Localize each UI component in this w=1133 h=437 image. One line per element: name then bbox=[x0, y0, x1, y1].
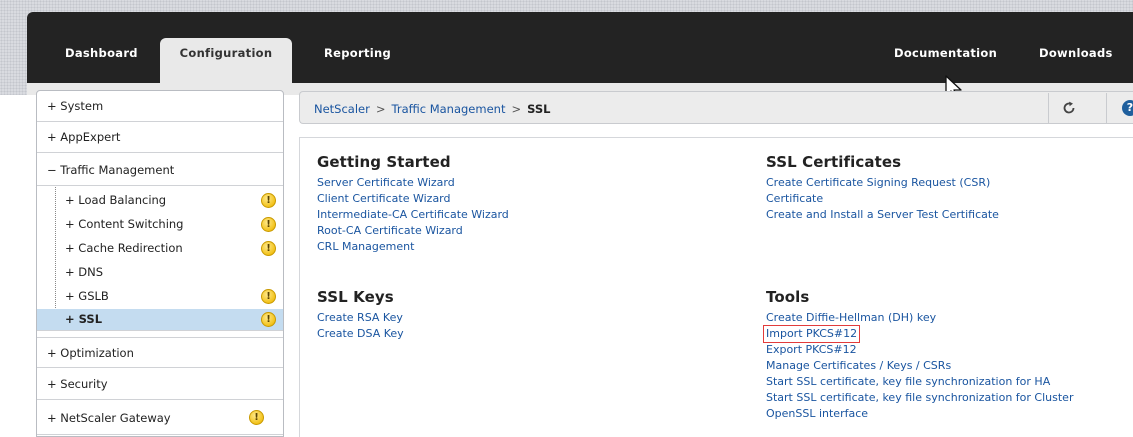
sidebar-item-ssl[interactable]: + SSL ! bbox=[37, 309, 283, 331]
sidebar-item-dns[interactable]: + DNS bbox=[37, 261, 283, 284]
link-create-rsa-key[interactable]: Create RSA Key bbox=[317, 310, 404, 326]
link-create-dsa-key[interactable]: Create DSA Key bbox=[317, 326, 404, 342]
section-ssl-certificates: SSL Certificates Create Certificate Sign… bbox=[766, 153, 999, 223]
sidebar-item-label: + Cache Redirection bbox=[65, 241, 183, 255]
section-title: SSL Certificates bbox=[766, 153, 902, 171]
warning-icon: ! bbox=[261, 217, 276, 232]
sidebar-item-label: + Optimization bbox=[47, 346, 134, 360]
link-client-certificate-wizard[interactable]: Client Certificate Wizard bbox=[317, 191, 509, 207]
sidebar-item-label: − Traffic Management bbox=[47, 163, 175, 177]
section-title: Getting Started bbox=[317, 153, 451, 171]
link-create-install-server-test-certificate[interactable]: Create and Install a Server Test Certifi… bbox=[766, 207, 999, 223]
content-panel: Getting Started Server Certificate Wizar… bbox=[299, 137, 1133, 437]
link-server-certificate-wizard[interactable]: Server Certificate Wizard bbox=[317, 175, 509, 191]
breadcrumb: NetScaler > Traffic Management > SSL ? bbox=[299, 91, 1133, 124]
sidebar-item-label: + AppExpert bbox=[47, 130, 121, 144]
section-ssl-keys: SSL Keys Create RSA Key Create DSA Key bbox=[317, 288, 404, 342]
link-create-csr[interactable]: Create Certificate Signing Request (CSR) bbox=[766, 175, 999, 191]
breadcrumb-separator: > bbox=[375, 102, 386, 116]
section-title: SSL Keys bbox=[317, 288, 394, 306]
link-manage-certificates-keys-csrs[interactable]: Manage Certificates / Keys / CSRs bbox=[766, 358, 1073, 374]
sidebar-item-gslb[interactable]: + GSLB ! bbox=[37, 285, 283, 308]
sidebar-item-label: + Content Switching bbox=[65, 217, 184, 231]
sidebar-item-label: + GSLB bbox=[65, 289, 109, 303]
link-export-pkcs12[interactable]: Export PKCS#12 bbox=[766, 342, 1073, 358]
sidebar-item-cache-redirection[interactable]: + Cache Redirection ! bbox=[37, 237, 283, 260]
breadcrumb-link-netscaler[interactable]: NetScaler bbox=[314, 102, 370, 116]
refresh-icon[interactable] bbox=[1062, 101, 1076, 115]
top-navigation-bar: Dashboard Configuration Reporting Docume… bbox=[27, 12, 1133, 95]
link-crl-management[interactable]: CRL Management bbox=[317, 239, 509, 255]
breadcrumb-separator: > bbox=[511, 102, 522, 116]
warning-icon: ! bbox=[261, 193, 276, 208]
sidebar-item-content-switching[interactable]: + Content Switching ! bbox=[37, 213, 283, 236]
section-title: Tools bbox=[766, 288, 810, 306]
sidebar-item-netscaler-gateway[interactable]: + NetScaler Gateway ! bbox=[37, 401, 283, 435]
sidebar-item-label: + System bbox=[47, 99, 104, 113]
warning-icon: ! bbox=[261, 312, 276, 327]
breadcrumb-divider bbox=[1106, 93, 1107, 123]
sidebar-item-label: + Security bbox=[47, 377, 108, 391]
help-icon[interactable]: ? bbox=[1122, 100, 1133, 116]
warning-icon: ! bbox=[249, 410, 264, 425]
sidebar-item-label: + SSL bbox=[65, 312, 103, 326]
sidebar-item-label: + DNS bbox=[65, 265, 104, 279]
link-root-ca-certificate-wizard[interactable]: Root-CA Certificate Wizard bbox=[317, 223, 509, 239]
link-certificate[interactable]: Certificate bbox=[766, 191, 999, 207]
link-ssl-sync-cluster[interactable]: Start SSL certificate, key file synchron… bbox=[766, 390, 1073, 406]
sidebar-item-security[interactable]: + Security bbox=[37, 369, 283, 400]
breadcrumb-divider bbox=[1048, 93, 1049, 123]
breadcrumb-link-traffic-management[interactable]: Traffic Management bbox=[392, 102, 506, 116]
sidebar-item-system[interactable]: + System bbox=[37, 91, 283, 122]
section-tools: Tools Create Diffie-Hellman (DH) key Imp… bbox=[762, 288, 1073, 422]
link-import-pkcs12[interactable]: Import PKCS#12 bbox=[762, 325, 861, 343]
link-openssl-interface[interactable]: OpenSSL interface bbox=[766, 406, 1073, 422]
link-intermediate-ca-certificate-wizard[interactable]: Intermediate-CA Certificate Wizard bbox=[317, 207, 509, 223]
sidebar-item-label: + NetScaler Gateway bbox=[47, 411, 171, 425]
link-ssl-sync-ha[interactable]: Start SSL certificate, key file synchron… bbox=[766, 374, 1073, 390]
breadcrumb-path: NetScaler > Traffic Management > SSL bbox=[314, 102, 551, 116]
sidebar-item-appexpert[interactable]: + AppExpert bbox=[37, 122, 283, 153]
warning-icon: ! bbox=[261, 289, 276, 304]
section-getting-started: Getting Started Server Certificate Wizar… bbox=[317, 153, 509, 255]
sidebar-item-optimization[interactable]: + Optimization bbox=[37, 337, 283, 368]
sidebar-item-traffic-management[interactable]: − Traffic Management bbox=[37, 153, 283, 186]
link-create-dh-key[interactable]: Create Diffie-Hellman (DH) key bbox=[766, 310, 1073, 326]
sidebar-navigation: + System + AppExpert − Traffic Managemen… bbox=[36, 90, 284, 437]
sidebar-item-label: + Load Balancing bbox=[65, 193, 167, 207]
breadcrumb-current: SSL bbox=[527, 102, 551, 116]
warning-icon: ! bbox=[261, 241, 276, 256]
sidebar-item-load-balancing[interactable]: + Load Balancing ! bbox=[37, 189, 283, 212]
